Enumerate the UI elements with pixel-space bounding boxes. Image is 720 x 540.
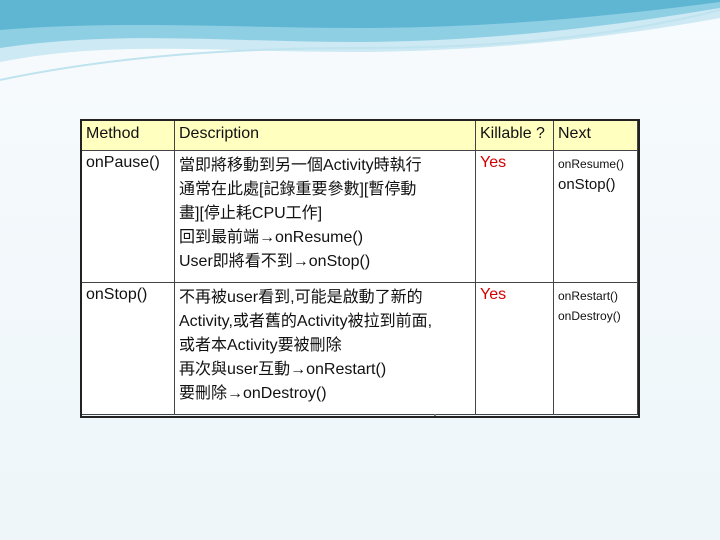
table-row: onStop() 不再被user看到,可能是啟動了新的 Activity,或者舊… [81,282,638,415]
description-line: 當即將移動到另一個Activity時執行 [179,157,422,174]
header-killable: Killable ? [475,120,554,151]
row-killable: Yes [475,150,554,283]
stray-mark [434,414,436,416]
description-line: 回到最前端→onResume() [179,229,364,246]
description-line: 或者本Activity要被刪除 [179,337,342,354]
next-method: onStop() [558,176,616,193]
description-line: 再次與user互動→onRestart() [179,361,387,378]
table-row: onPause() 當即將移動到另一個Activity時執行 通常在此處[記錄重… [81,150,638,283]
row-method: onPause() [81,150,175,283]
description-line: 不再被user看到,可能是啟動了新的 [179,289,423,306]
description-line: 畫][停止耗CPU工作] [179,205,323,222]
description-line: 要刪除→onDestroy() [179,385,327,402]
header-description: Description [174,120,476,151]
header-next: Next [553,120,638,151]
row-description: 當即將移動到另一個Activity時執行 通常在此處[記錄重要參數][暫停動 畫… [174,150,476,283]
next-method: onDestroy() [558,309,621,323]
row-next: onRestart() onDestroy() [553,282,638,415]
row-method: onStop() [81,282,175,415]
lifecycle-table-container: Method Description Killable ? Next onPau… [81,120,638,415]
next-method: onResume() [558,157,625,171]
row-next: onResume() onStop() [553,150,638,283]
table-header-row: Method Description Killable ? Next [81,120,638,151]
lifecycle-table: Method Description Killable ? Next onPau… [81,120,638,415]
description-line: Activity,或者舊的Activity被拉到前面, [179,313,433,330]
description-line: User即將看不到→onStop() [179,253,371,270]
description-line: 通常在此處[記錄重要參數][暫停動 [179,181,417,198]
row-description: 不再被user看到,可能是啟動了新的 Activity,或者舊的Activity… [174,282,476,415]
next-method: onRestart() [558,289,619,303]
row-killable: Yes [475,282,554,415]
header-method: Method [81,120,175,151]
header-swoosh-decoration [0,0,720,81]
